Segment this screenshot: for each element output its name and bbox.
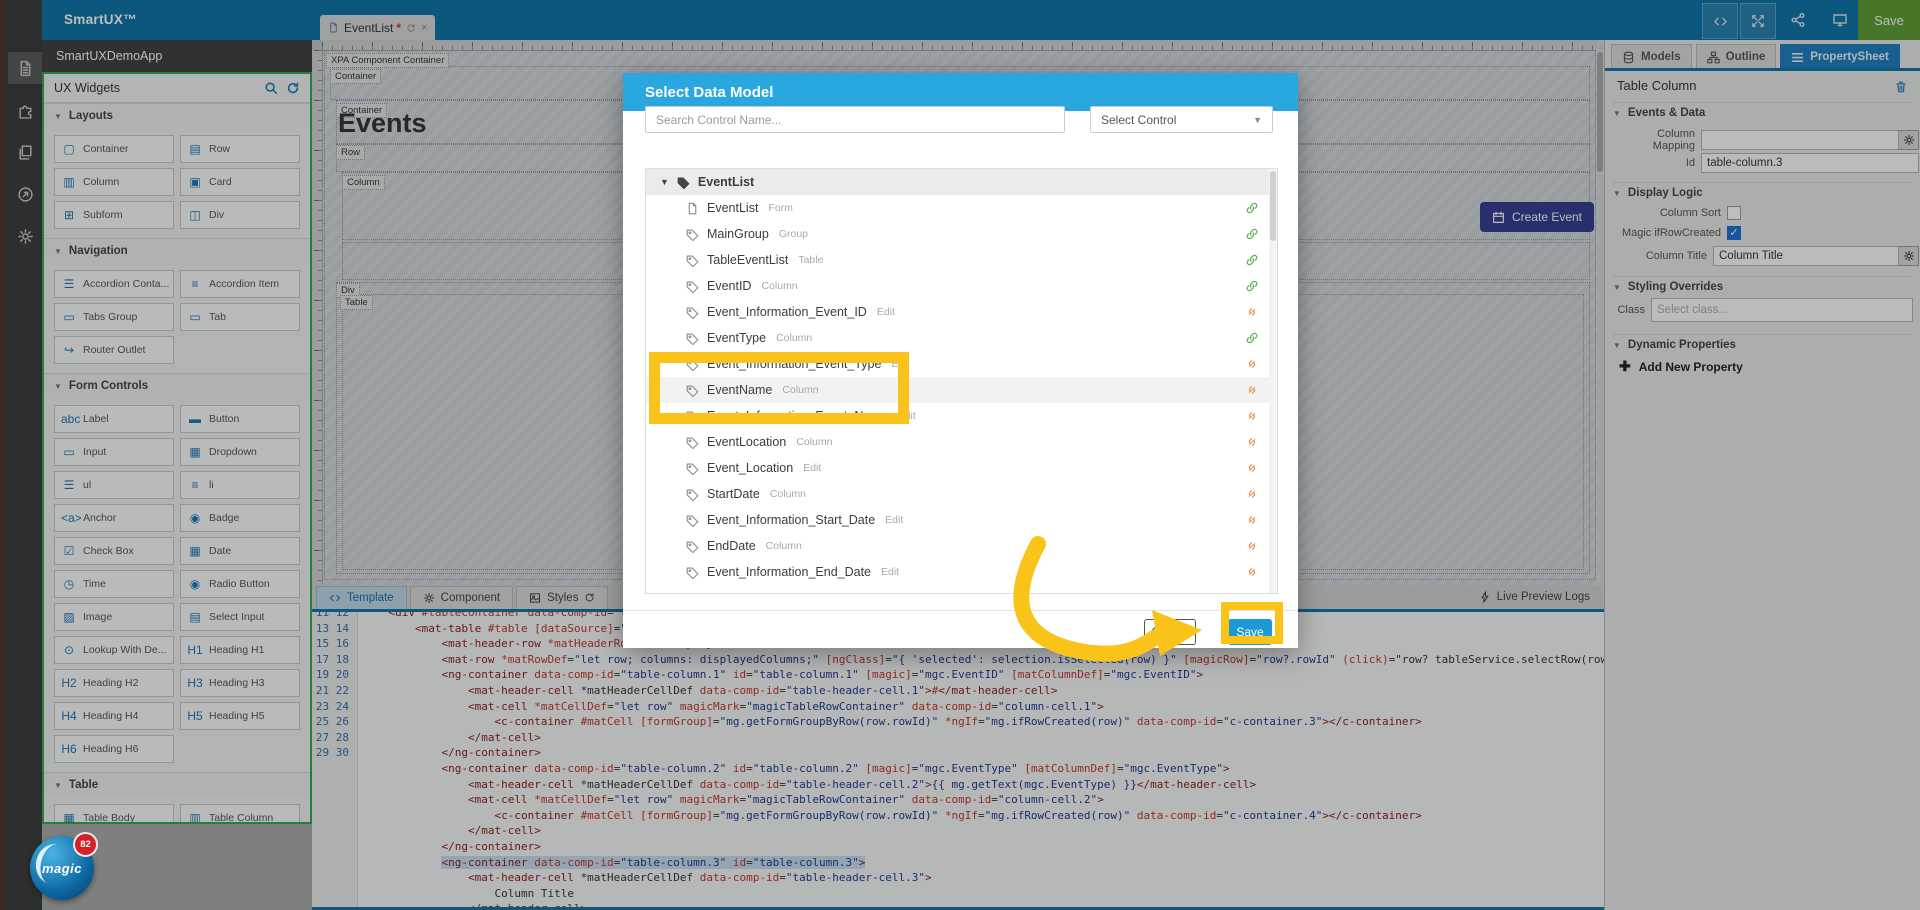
tree-item-event_information_event_id[interactable]: Event_Information_Event_ID Edit <box>646 299 1277 325</box>
magic-swoosh <box>31 840 76 888</box>
save-button-dialog[interactable]: Save <box>1228 619 1272 645</box>
broken-link-icon <box>1245 537 1259 555</box>
tree-item-type: Column <box>782 384 819 396</box>
tree-item-eventname[interactable]: EventName Column <box>646 377 1277 403</box>
tree-item-name: Event_Information_End_Date <box>707 565 871 579</box>
link-icon <box>1245 225 1259 243</box>
smartux-app-window: SmartUX™ EventList * × Save SmartUXDemoAp… <box>0 0 1920 910</box>
tree-item-event_location[interactable]: Event_Location Edit <box>646 455 1277 481</box>
cancel-button[interactable]: Cancel <box>1144 619 1196 645</box>
data-model-tree: ▼ EventList EventList Form MainGroup Group Tab… <box>645 168 1278 594</box>
broken-link-icon <box>1245 433 1259 451</box>
tree-item-startdate[interactable]: StartDate Column <box>646 481 1277 507</box>
tree-item-tableeventlist[interactable]: TableEventList Table <box>646 247 1277 273</box>
tree-item-name: Event_Information_Start_Date <box>707 513 876 527</box>
tree-item-name: Event_Information_Event_ID <box>707 305 867 319</box>
tree-item-eventid[interactable]: EventID Column <box>646 273 1277 299</box>
tree-item-type: Column <box>765 540 802 552</box>
tree-item-type: Edit <box>897 410 916 422</box>
magic-logo[interactable]: magic 82 <box>30 832 98 900</box>
tree-item-type: Edit <box>876 306 895 318</box>
tree-item-type: Edit <box>881 566 900 578</box>
broken-link-icon <box>1245 355 1259 373</box>
tree-item-name: EventType <box>707 331 767 345</box>
caret-down-icon[interactable]: ▼ <box>660 177 669 187</box>
tree-item-name: EndDate <box>707 539 756 553</box>
tree-item-type: Column <box>769 488 806 500</box>
broken-link-icon <box>1245 563 1259 581</box>
tree-item-event_information_event_name[interactable]: Event_Information_Event_Name Edit <box>646 403 1277 429</box>
link-icon <box>1245 251 1259 269</box>
tree-item-name: TableEventList <box>707 253 789 267</box>
tree-item-name: Event_Information_Event_Name <box>707 409 888 423</box>
broken-link-icon <box>1245 407 1259 425</box>
control-search-input[interactable] <box>645 106 1065 133</box>
tree-item-event_information_start_date[interactable]: Event_Information_Start_Date Edit <box>646 507 1277 533</box>
dialog-footer: Cancel Save <box>623 610 1298 649</box>
select-control-dropdown[interactable]: Select Control ▼ <box>1090 106 1273 133</box>
tree-item-type: Column <box>796 436 833 448</box>
tree-item-eventlocation[interactable]: EventLocation Column <box>646 429 1277 455</box>
tree-scrollbar[interactable] <box>1269 169 1277 593</box>
magic-notification-badge: 82 <box>73 832 98 857</box>
tree-item-maingroup[interactable]: MainGroup Group <box>646 221 1277 247</box>
select-data-model-dialog: Select Data Model Select Control▼ ▼Event… <box>623 73 1298 648</box>
broken-link-icon <box>1245 381 1259 399</box>
link-icon <box>1245 277 1259 295</box>
tree-item-type: Edit <box>891 358 910 370</box>
tree-item-type: Group <box>778 228 809 240</box>
link-icon <box>1245 329 1259 347</box>
tree-item-type: Column <box>761 280 798 292</box>
chevron-down-icon: ▼ <box>1253 114 1262 125</box>
tree-item-name: MainGroup <box>707 227 769 241</box>
tree-item-name: EventName <box>707 383 773 397</box>
tree-item-event_information_end_date[interactable]: Event_Information_End_Date Edit <box>646 559 1277 585</box>
tree-root-eventlist[interactable]: ▼ EventList <box>646 169 1277 195</box>
dialog-title: Select Data Model <box>645 83 774 101</box>
tree-item-type: Column <box>776 332 813 344</box>
tree-item-name: Event_Information_Event_Type <box>707 357 882 371</box>
tree-item-type: Form <box>768 202 793 214</box>
tree-item-name: EventLocation <box>707 435 787 449</box>
broken-link-icon <box>1245 485 1259 503</box>
tree-item-name: StartDate <box>707 487 760 501</box>
broken-link-icon <box>1245 511 1259 529</box>
tree-item-type: Edit <box>885 514 904 526</box>
tree-item-partial[interactable] <box>646 585 1277 594</box>
link-icon <box>1245 199 1259 217</box>
tree-item-name: EventList <box>707 201 759 215</box>
broken-link-icon <box>1245 303 1259 321</box>
tree-item-eventtype[interactable]: EventType Column <box>646 325 1277 351</box>
tree-item-type: Table <box>798 254 824 266</box>
tree-item-eventlist[interactable]: EventList Form <box>646 195 1277 221</box>
tree-item-enddate[interactable]: EndDate Column <box>646 533 1277 559</box>
broken-link-icon <box>1245 459 1259 477</box>
tree-item-name: Event_Location <box>707 461 794 475</box>
tree-item-event_information_event_type[interactable]: Event_Information_Event_Type Edit <box>646 351 1277 377</box>
broken-link-icon <box>1245 589 1259 593</box>
tree-item-type: Edit <box>803 462 822 474</box>
tree-item-name: EventID <box>707 279 752 293</box>
